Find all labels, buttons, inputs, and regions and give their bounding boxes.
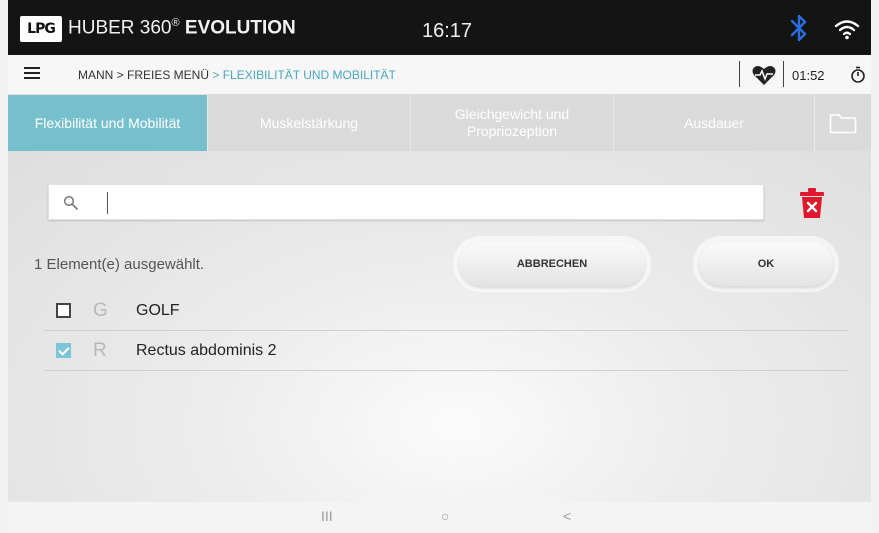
stopwatch-icon[interactable] [850, 66, 866, 83]
app-title: HUBER 360® EVOLUTION [68, 17, 296, 39]
home-button[interactable]: ○ [441, 508, 449, 524]
heart-rate-icon[interactable] [751, 64, 777, 86]
system-nav-bar: III ○ < [8, 502, 871, 533]
delete-button[interactable] [796, 186, 828, 220]
tab-flexibility-mobility[interactable]: Flexibilität und Mobilität [8, 95, 208, 151]
main-content: 1 Element(e) ausgewählt. ABBRECHEN OK G … [8, 151, 871, 502]
session-timer: 01:52 [792, 68, 825, 83]
app-window: LPG HUBER 360® EVOLUTION 16:17 MANN > FR… [8, 0, 871, 533]
selection-status: 1 Element(e) ausgewählt. [34, 256, 205, 273]
cancel-button[interactable]: ABBRECHEN [459, 242, 645, 286]
tab-balance-proprioception[interactable]: Gleichgewicht und Propriozeption [411, 95, 614, 151]
breadcrumb-current: FLEXIBILITÄT UND MOBILITÄT [222, 68, 396, 82]
tab-endurance[interactable]: Ausdauer [614, 95, 815, 151]
app-title-light: HUBER 360 [68, 17, 172, 39]
folder-icon [829, 114, 857, 134]
search-input[interactable] [119, 191, 739, 215]
recent-apps-button[interactable]: III [321, 508, 333, 524]
item-name: Rectus abdominis 2 [136, 342, 277, 359]
breadcrumb: MANN > FREIES MENÜ > FLEXIBILITÄT UND MO… [78, 68, 396, 82]
top-status-bar: LPG HUBER 360® EVOLUTION 16:17 [8, 0, 871, 55]
search-box[interactable] [48, 184, 764, 220]
clock: 16:17 [422, 20, 473, 42]
divider [739, 61, 740, 87]
lpg-logo: LPG [20, 16, 62, 42]
search-icon [63, 195, 78, 210]
item-initial: R [93, 340, 107, 361]
list-item[interactable]: R Rectus abdominis 2 [44, 331, 848, 371]
tab-muscle-strengthening[interactable]: Muskelstärkung [208, 95, 411, 151]
exercise-list: G GOLF R Rectus abdominis 2 [44, 291, 848, 371]
list-item[interactable]: G GOLF [44, 291, 848, 331]
item-checkbox[interactable] [56, 343, 71, 358]
folder-tab[interactable] [815, 95, 871, 151]
item-name: GOLF [136, 302, 180, 319]
item-checkbox[interactable] [56, 303, 71, 318]
breadcrumb-bar: MANN > FREIES MENÜ > FLEXIBILITÄT UND MO… [8, 55, 871, 95]
ok-button[interactable]: OK [699, 242, 833, 286]
bluetooth-icon[interactable] [788, 12, 810, 44]
category-tabs: Flexibilität und Mobilität Muskelstärkun… [8, 95, 871, 151]
registered-mark: ® [171, 17, 180, 29]
breadcrumb-separator: > [212, 68, 220, 82]
app-title-bold: EVOLUTION [184, 17, 296, 39]
breadcrumb-path[interactable]: MANN > FREIES MENÜ [78, 68, 209, 82]
back-button[interactable]: < [563, 508, 571, 524]
text-cursor [107, 192, 108, 214]
wifi-icon[interactable] [834, 18, 860, 40]
item-initial: G [93, 300, 108, 321]
menu-icon[interactable] [24, 67, 40, 81]
divider [783, 61, 784, 87]
